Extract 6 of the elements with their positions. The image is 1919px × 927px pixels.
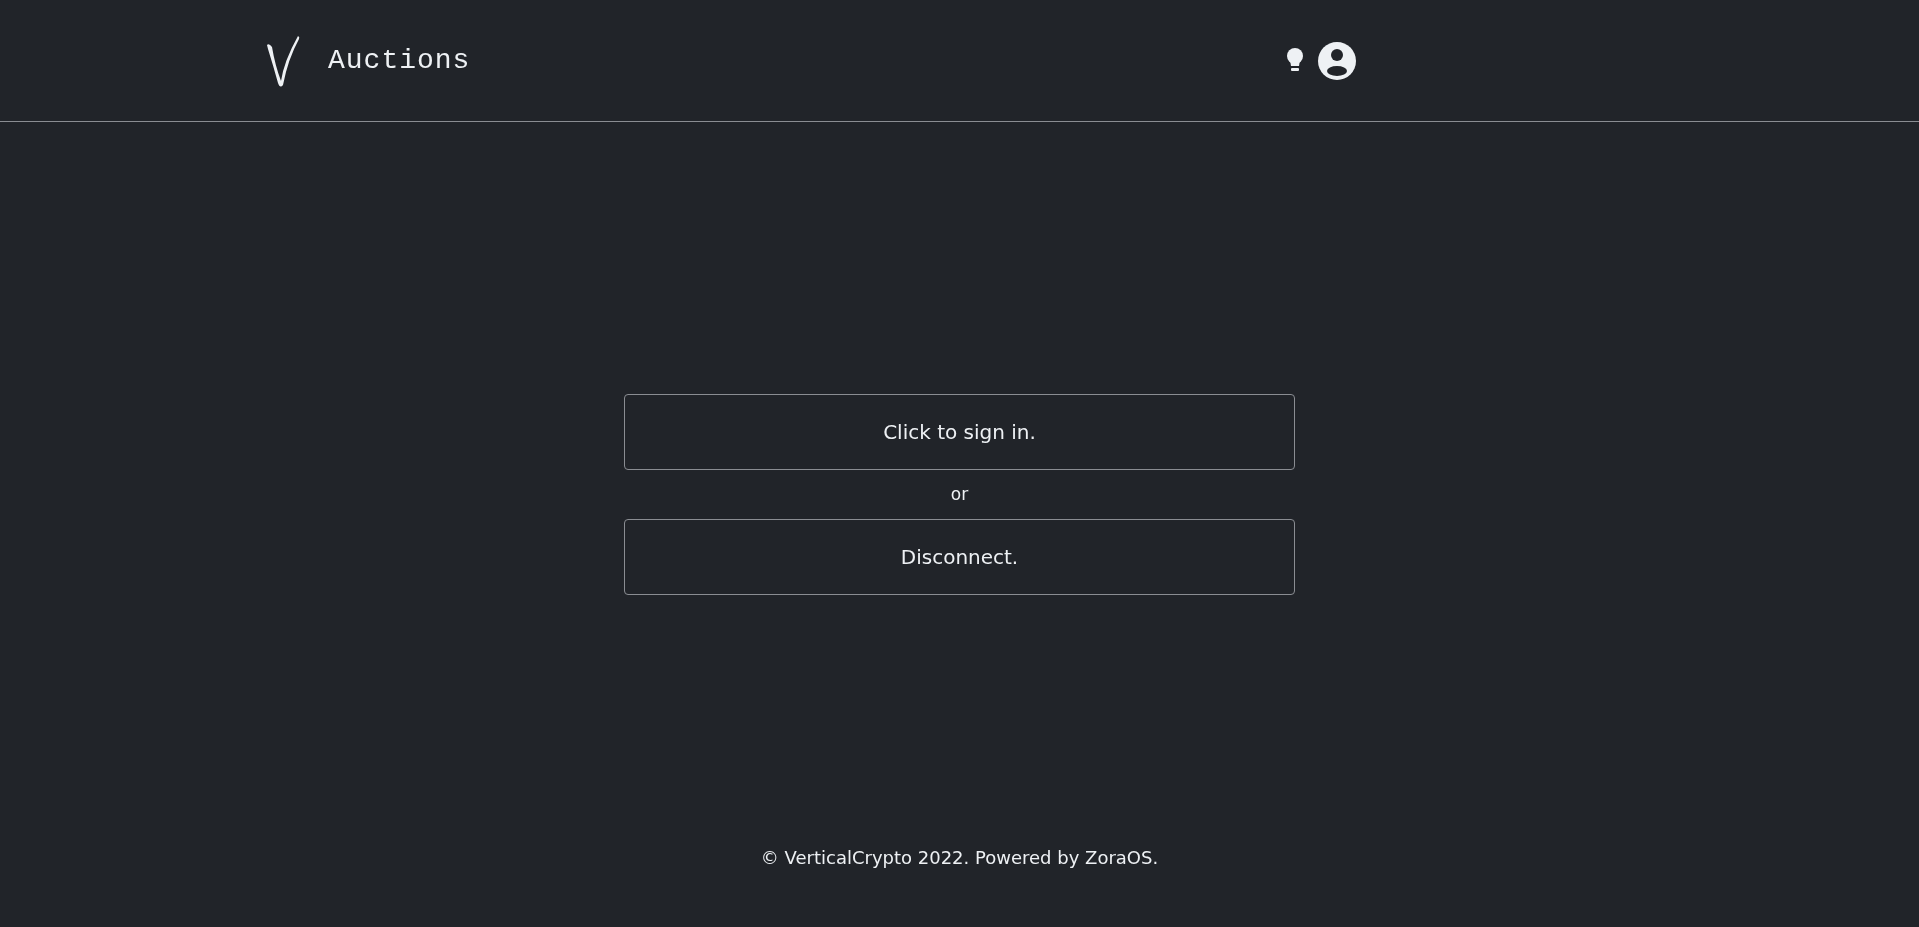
action-button[interactable]: Click to sign in. xyxy=(624,394,1295,470)
app-title: Auctions xyxy=(328,45,471,76)
user-avatar-icon[interactable] xyxy=(1318,41,1356,80)
footer-text: © VerticalCrypto 2022. Powered by ZoraOS. xyxy=(760,847,1159,868)
action-button[interactable]: Disconnect. xyxy=(624,519,1295,595)
separator-text: or xyxy=(950,483,969,506)
